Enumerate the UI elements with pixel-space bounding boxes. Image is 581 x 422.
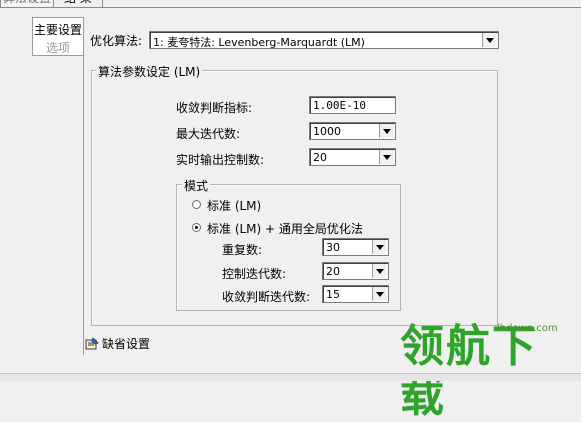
- ctrl-iter-select[interactable]: 20: [322, 262, 389, 280]
- side-tab-main-settings[interactable]: 主要设置 选项: [32, 17, 84, 56]
- radio-standard-global[interactable]: [192, 223, 201, 232]
- ctrl-iter-value: 20: [326, 265, 340, 278]
- realtime-label: 实时输出控制数:: [176, 153, 265, 167]
- watermark-url: lhdown.com: [497, 323, 558, 334]
- radio-standard-global-label[interactable]: 标准 (LM) + 通用全局优化法: [207, 220, 363, 237]
- defaults-icon: [85, 336, 99, 351]
- conv-iter-label: 收敛判断迭代数:: [222, 290, 311, 304]
- convergence-label: 收敛判断指标:: [176, 101, 253, 115]
- radio-standard-lm[interactable]: [192, 200, 201, 209]
- repeat-label: 重复数:: [222, 243, 263, 257]
- realtime-value: 20: [313, 151, 327, 164]
- radio-standard-lm-label[interactable]: 标准 (LM): [207, 197, 261, 214]
- convergence-value: 1.00E-10: [313, 99, 366, 112]
- chevron-down-icon[interactable]: [482, 33, 497, 47]
- repeat-select[interactable]: 30: [322, 238, 389, 256]
- side-tab-label: 主要设置: [33, 23, 82, 37]
- defaults-button[interactable]: 缺省设置: [85, 335, 150, 352]
- optimizer-label: 优化算法:: [90, 34, 143, 48]
- side-tab-options[interactable]: 选项: [33, 39, 83, 56]
- chevron-down-icon[interactable]: [372, 287, 387, 301]
- params-group-title: 算法参数设定 (LM): [96, 63, 203, 80]
- chevron-down-icon[interactable]: [372, 240, 387, 254]
- defaults-button-label: 缺省设置: [102, 337, 151, 351]
- optimizer-value: 1: 麦夸特法: Levenberg-Marquardt (LM): [153, 36, 365, 49]
- mode-group-title: 模式: [182, 177, 211, 194]
- max-iter-label: 最大迭代数:: [176, 127, 241, 141]
- side-divider: [83, 17, 84, 355]
- chevron-down-icon[interactable]: [379, 124, 394, 138]
- max-iter-select[interactable]: 1000: [309, 122, 396, 140]
- repeat-value: 30: [326, 241, 340, 254]
- realtime-select[interactable]: 20: [309, 148, 396, 166]
- watermark-logo: 领航下载: [400, 321, 538, 422]
- max-iter-value: 1000: [313, 125, 341, 138]
- chevron-down-icon[interactable]: [379, 150, 394, 164]
- convergence-input[interactable]: 1.00E-10: [309, 96, 396, 114]
- tab-divider: [0, 7, 581, 8]
- chevron-down-icon[interactable]: [372, 264, 387, 278]
- conv-iter-select[interactable]: 15: [322, 285, 389, 303]
- ctrl-iter-label: 控制迭代数:: [222, 267, 287, 281]
- optimizer-select[interactable]: 1: 麦夸特法: Levenberg-Marquardt (LM): [149, 31, 499, 49]
- conv-iter-value: 15: [326, 288, 340, 301]
